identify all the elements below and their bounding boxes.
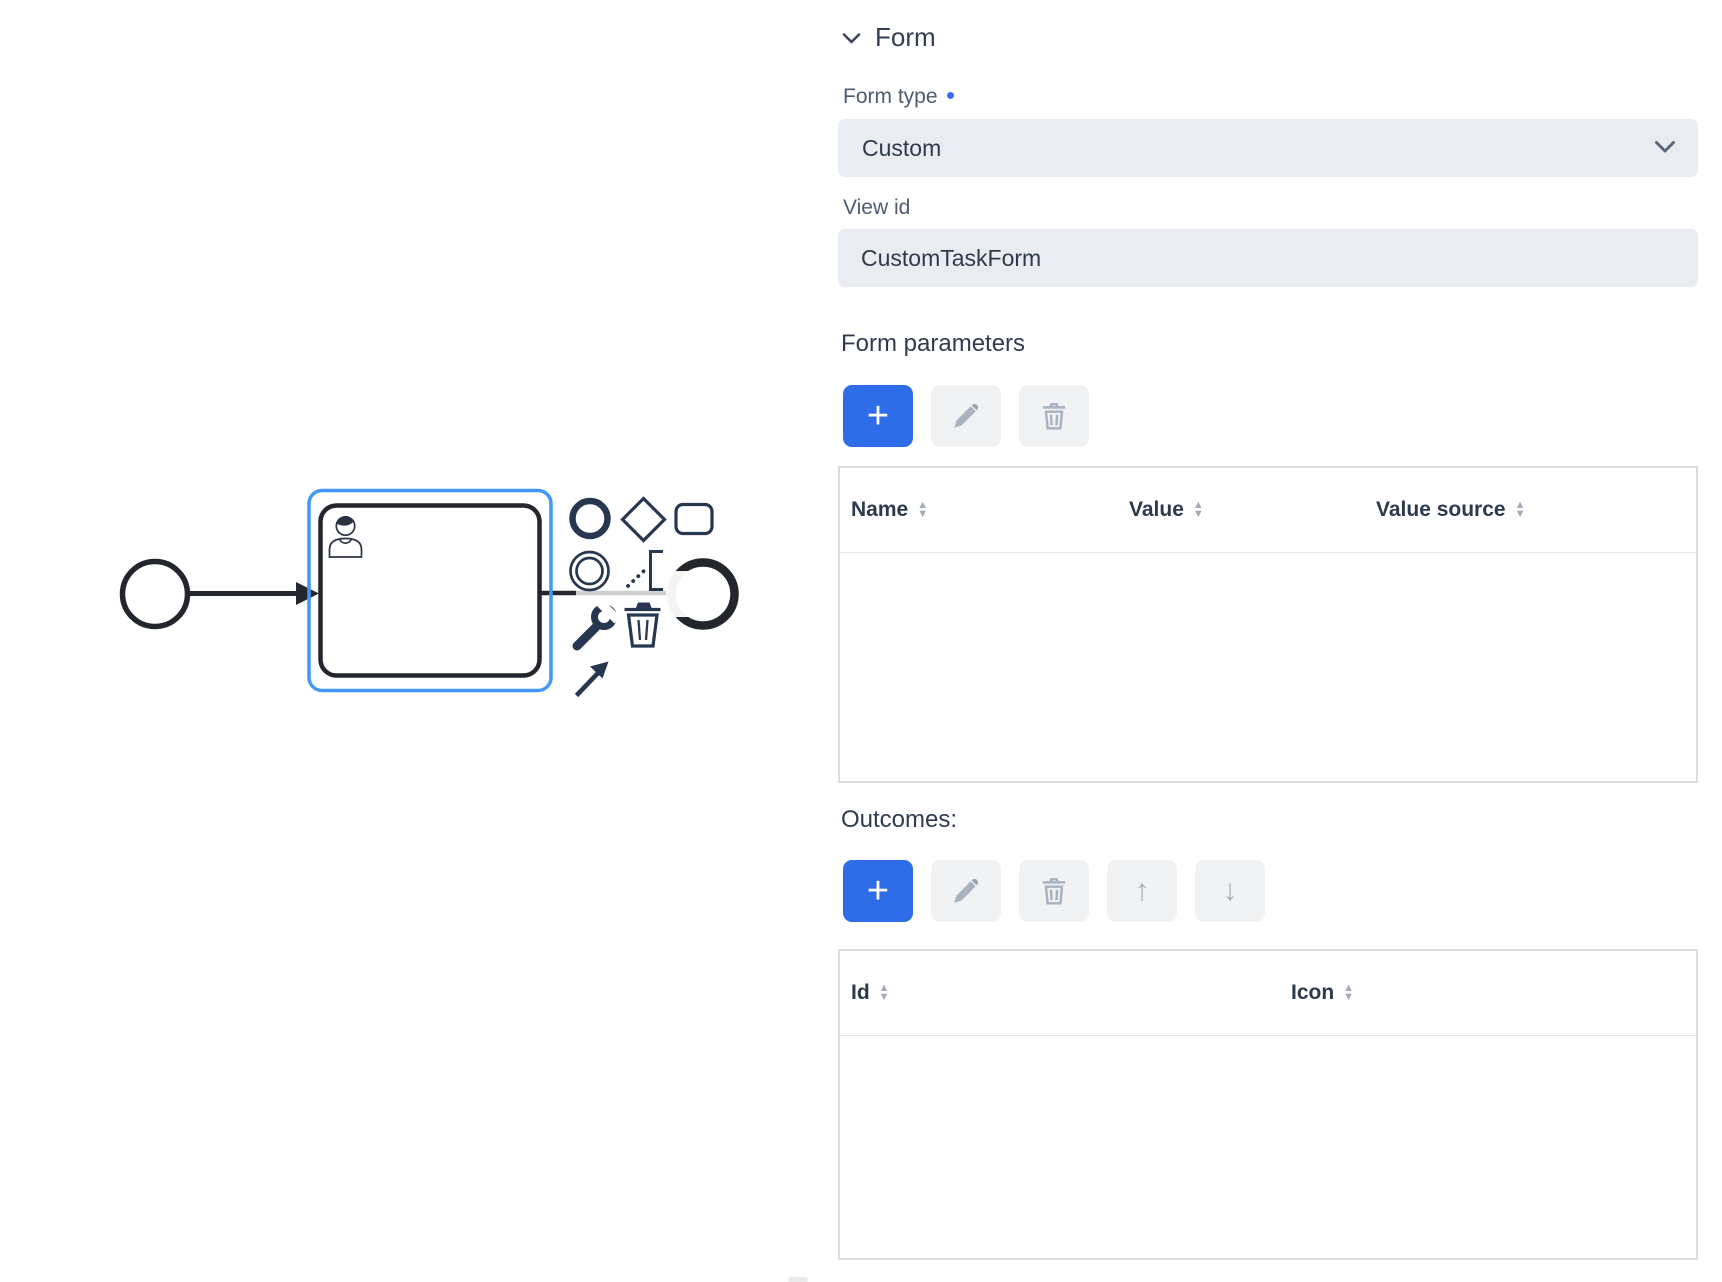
pad-gateway-icon[interactable] [623, 499, 665, 541]
pad-task-icon[interactable] [676, 505, 712, 534]
required-dot-icon [947, 92, 954, 99]
bpmn-canvas[interactable] [0, 0, 780, 760]
column-header-id[interactable]: Id ▲ ▼ [840, 951, 1280, 1035]
pad-connect-arrow-icon[interactable] [577, 662, 609, 696]
plus-icon: + [867, 872, 889, 910]
column-header-icon[interactable]: Icon ▲ ▼ [1280, 951, 1696, 1035]
form-parameters-table-header: Name ▲ ▼ Value ▲ ▼ Value source [840, 468, 1696, 553]
chevron-down-icon [842, 32, 861, 44]
column-header-value-source[interactable]: Value source ▲ ▼ [1365, 468, 1696, 552]
add-parameter-button[interactable]: + [843, 385, 913, 447]
outcomes-table-header: Id ▲ ▼ Icon ▲ ▼ [840, 951, 1696, 1036]
form-parameters-title: Form parameters [841, 330, 1025, 358]
sort-icon: ▲ ▼ [1515, 501, 1526, 520]
form-section-title: Form [875, 22, 936, 53]
start-event[interactable] [123, 562, 188, 627]
plus-icon: + [867, 397, 889, 435]
pencil-icon [950, 400, 982, 432]
sort-icon: ▲ ▼ [917, 501, 928, 520]
arrow-down-icon: ↓ [1223, 874, 1238, 908]
delete-outcome-button[interactable] [1019, 860, 1089, 922]
pencil-icon [950, 875, 982, 907]
move-down-button[interactable]: ↓ [1195, 860, 1265, 922]
delete-parameter-button[interactable] [1019, 385, 1089, 447]
context-pad-backdrop [666, 571, 703, 617]
outcomes-title: Outcomes: [841, 806, 957, 834]
column-header-name[interactable]: Name ▲ ▼ [840, 468, 1118, 552]
add-outcome-button[interactable]: + [843, 860, 913, 922]
edit-outcome-button[interactable] [931, 860, 1001, 922]
collapsed-section-handle [788, 1277, 808, 1282]
edit-parameter-button[interactable] [931, 385, 1001, 447]
arrow-up-icon: ↑ [1135, 874, 1150, 908]
outcomes-toolbar: + ↑ [843, 860, 1265, 922]
sort-icon: ▲ ▼ [879, 984, 890, 1003]
sequence-flow-start-to-task[interactable] [188, 582, 319, 605]
pad-end-event-icon[interactable] [573, 501, 608, 536]
view-id-input[interactable] [838, 229, 1698, 287]
form-type-value: Custom [862, 135, 941, 162]
move-up-button[interactable]: ↑ [1107, 860, 1177, 922]
form-parameters-toolbar: + [843, 385, 1089, 447]
form-parameters-table: Name ▲ ▼ Value ▲ ▼ Value source [838, 466, 1698, 783]
sort-icon: ▲ ▼ [1193, 501, 1204, 520]
trash-icon [1039, 875, 1069, 907]
column-header-value[interactable]: Value ▲ ▼ [1118, 468, 1365, 552]
properties-panel: Form Form type Custom View id Form param… [838, 0, 1698, 1282]
sort-icon: ▲ ▼ [1343, 984, 1354, 1003]
view-id-label: View id [843, 196, 910, 220]
form-type-label: Form type [843, 85, 954, 109]
form-section-header[interactable]: Form [842, 22, 936, 53]
bpmn-modeler-window: Form Form type Custom View id Form param… [0, 0, 1722, 1282]
chevron-down-icon [1654, 140, 1676, 154]
outcomes-table: Id ▲ ▼ Icon ▲ ▼ [838, 949, 1698, 1260]
form-type-select[interactable]: Custom [838, 119, 1698, 177]
trash-icon [1039, 400, 1069, 432]
